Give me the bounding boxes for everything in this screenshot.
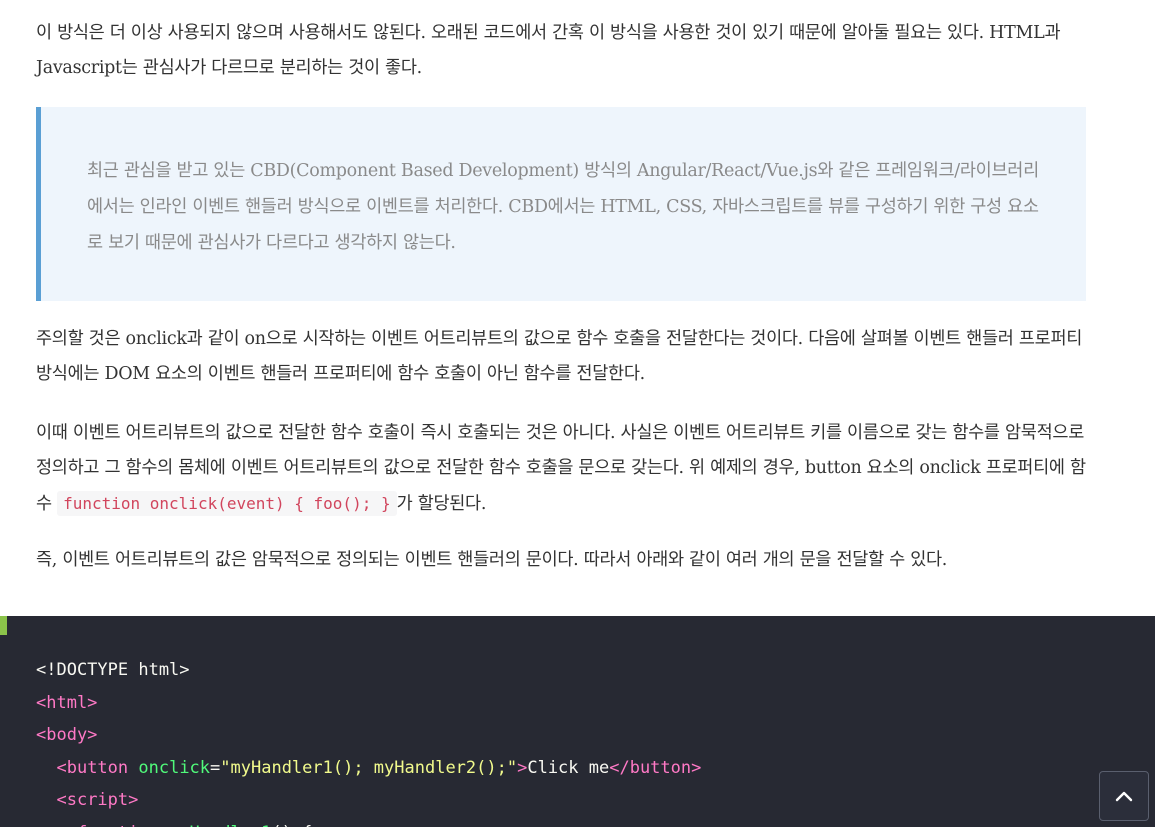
blockquote-cbd-note: 최근 관심을 받고 있는 CBD(Component Based Develop…	[36, 107, 1086, 301]
code-line: <body>	[36, 719, 701, 752]
paragraph-implicit-function: 이때 이벤트 어트리뷰트의 값으로 전달한 함수 호출이 즉시 호출되는 것은 …	[36, 416, 1086, 522]
code-token: <button	[56, 757, 129, 778]
code-line: <button onclick="myHandler1(); myHandler…	[36, 752, 701, 785]
code-token: onclick	[128, 757, 211, 778]
code-block: <!DOCTYPE html> <html> <body> <button oncl…	[0, 616, 1155, 827]
code-block-marker	[0, 616, 7, 635]
code-line: function myHandler1() {	[36, 817, 701, 827]
code-token: >	[517, 757, 528, 778]
scroll-to-top-button[interactable]	[1099, 771, 1149, 821]
code-token: <html>	[36, 692, 98, 713]
code-token: function	[36, 823, 169, 827]
code-token: =	[210, 757, 221, 778]
paragraph-multiple-statements: 즉, 이벤트 어트리뷰트의 값은 암묵적으로 정의되는 이벤트 핸들러의 문이다…	[36, 550, 948, 570]
code-line: <script>	[36, 784, 701, 817]
chevron-up-icon	[1115, 791, 1133, 802]
paragraph-text: 주의할 것은 onclick과 같이 on으로 시작하는 이벤트 어트리뷰트의 …	[36, 329, 1083, 384]
blockquote-text: 최근 관심을 받고 있는 CBD(Component Based Develop…	[87, 161, 1039, 253]
code-token: <body>	[36, 725, 98, 745]
paragraph-function-call-note: 주의할 것은 onclick과 같이 on으로 시작하는 이벤트 어트리뷰트의 …	[36, 322, 1086, 392]
inline-code: function onclick(event) { foo(); }	[57, 491, 397, 516]
code-token: myHandler1	[169, 823, 271, 827]
code-token: () {	[271, 823, 312, 827]
code-line: <html>	[36, 687, 701, 720]
paragraph-text-after: 가 할당된다.	[396, 494, 487, 514]
code-line: <!DOCTYPE html>	[36, 654, 701, 687]
code-token: Click me	[527, 757, 610, 778]
paragraph-deprecated-note: 이 방식은 더 이상 사용되지 않으며 사용해서도 않된다. 오래된 코드에서 …	[36, 23, 1061, 78]
code-token: <script>	[56, 790, 139, 810]
code-token: "myHandler1(); myHandler2();"	[220, 757, 518, 778]
code-token: <!DOCTYPE html>	[36, 660, 190, 680]
code-token: </button>	[609, 757, 702, 778]
code-lines: <!DOCTYPE html> <html> <body> <button oncl…	[36, 654, 701, 827]
